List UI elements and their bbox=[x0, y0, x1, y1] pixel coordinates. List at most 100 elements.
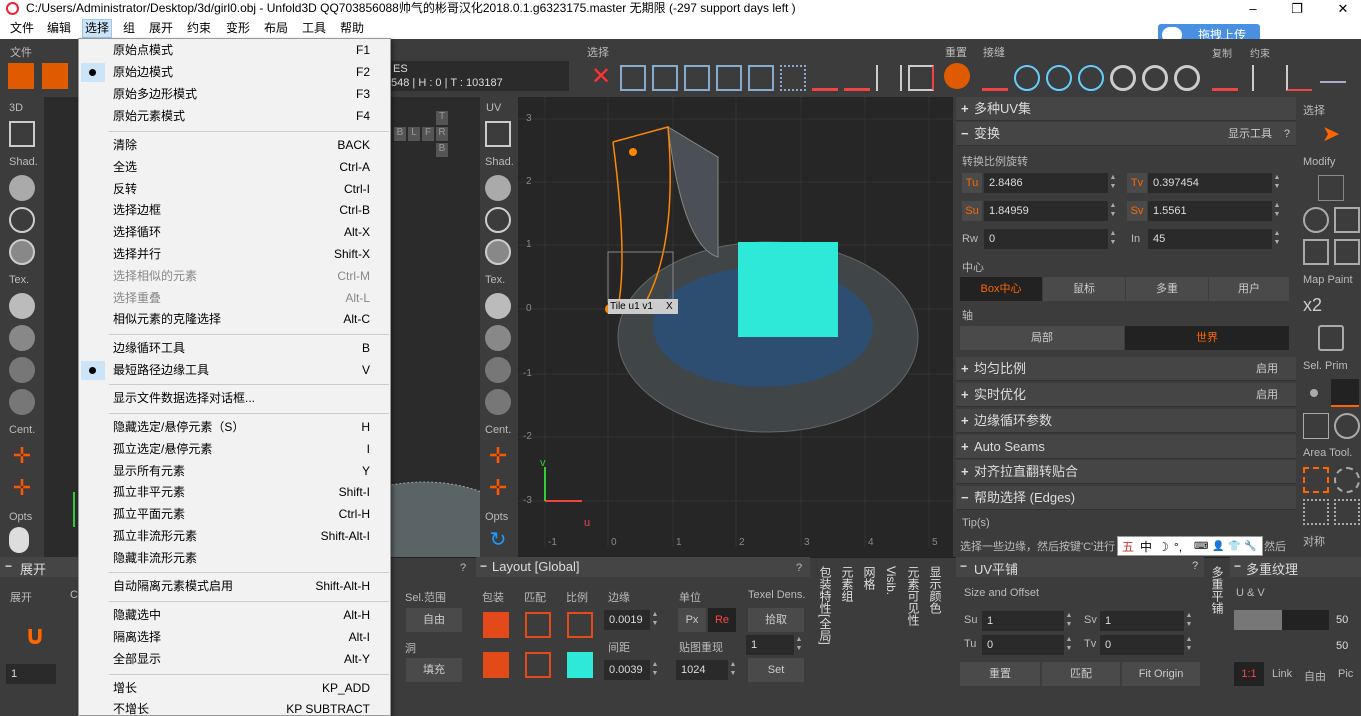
fill-button[interactable]: 填充 bbox=[406, 658, 462, 682]
menu-item-isolate-non-manifold[interactable]: 孤立非流形元素 Shift-Alt-I bbox=[79, 526, 390, 547]
ime-tools-icon[interactable]: 🔧 bbox=[1244, 537, 1256, 557]
center-mouse-button[interactable]: 鼠标 bbox=[1043, 277, 1125, 301]
uv-tex-solid-icon[interactable] bbox=[485, 293, 511, 319]
section-realtime[interactable]: + 实时优化 启用 bbox=[956, 383, 1296, 407]
select-tree-2-icon[interactable] bbox=[844, 65, 870, 91]
match-multi-icon[interactable] bbox=[525, 652, 551, 678]
modify-sphere-icon[interactable] bbox=[1303, 207, 1329, 233]
link-button[interactable]: Link bbox=[1272, 668, 1292, 680]
margin-spinner[interactable]: ▲ ▼ bbox=[650, 610, 660, 630]
texel-input[interactable]: 1 bbox=[746, 635, 794, 655]
ime-moon-icon[interactable]: ☽ bbox=[1158, 537, 1169, 557]
menu-item-clear[interactable]: 清除 BACK bbox=[79, 135, 390, 156]
menu-item-edge-loop-tool[interactable]: 边缘循环工具 B bbox=[79, 338, 390, 359]
pic-button[interactable]: Pic bbox=[1338, 668, 1353, 680]
menu-item-isolate-selection[interactable]: 隔离选择 Alt-I bbox=[79, 627, 390, 648]
menu-item-file-data-dialog[interactable]: 显示文件数据选择对话框... bbox=[79, 388, 390, 409]
uv-shade-solid-icon[interactable] bbox=[485, 175, 511, 201]
unit-re-button[interactable]: Re bbox=[708, 608, 736, 632]
menu-item-select-border[interactable]: 选择边框 Ctrl-B bbox=[79, 200, 390, 221]
menu-item-polygon-mode[interactable]: 原始多边形模式 F3 bbox=[79, 84, 390, 105]
center-all-icon[interactable]: ✛ bbox=[9, 475, 35, 501]
vtab-multi-tile[interactable]: 多重平铺 bbox=[1208, 562, 1226, 692]
resample-2-icon[interactable] bbox=[1142, 65, 1168, 91]
realtime-state[interactable]: 启用 bbox=[1256, 383, 1278, 407]
unit-px-button[interactable]: Px bbox=[678, 608, 706, 632]
menu-help[interactable]: 帮助 bbox=[338, 20, 366, 37]
ime-user-icon[interactable]: 👤 bbox=[1212, 537, 1224, 557]
resample-1-icon[interactable] bbox=[1110, 65, 1136, 91]
tv-input[interactable]: 0.397454 bbox=[1148, 173, 1272, 193]
menu-tools[interactable]: 工具 bbox=[300, 20, 328, 37]
bottom-su-input[interactable]: 1 bbox=[982, 611, 1064, 631]
minimize-button[interactable]: – bbox=[1238, 0, 1268, 18]
center-icon[interactable]: ✛ bbox=[9, 443, 35, 469]
menu-file[interactable]: 文件 bbox=[8, 20, 36, 37]
tile-match-button[interactable]: 匹配 bbox=[1042, 662, 1120, 686]
menu-item-hide-selection[interactable]: 隐藏选中 Alt-H bbox=[79, 605, 390, 626]
area-brush-icon[interactable] bbox=[1334, 499, 1360, 525]
menu-constraint[interactable]: 约束 bbox=[185, 20, 213, 37]
pointer-icon[interactable]: ➤ bbox=[1318, 121, 1344, 147]
shield-icon[interactable] bbox=[1318, 325, 1344, 351]
shade-mixed-icon[interactable] bbox=[9, 239, 35, 265]
in-spinner[interactable]: ▲ ▼ bbox=[1272, 229, 1282, 249]
modify-mesh-icon[interactable] bbox=[1334, 207, 1360, 233]
unpin-icon[interactable] bbox=[1286, 65, 1312, 91]
fit-origin-button[interactable]: Fit Origin bbox=[1122, 662, 1200, 686]
su-input[interactable]: 1.84959 bbox=[984, 201, 1108, 221]
modify-cube-icon[interactable] bbox=[1303, 239, 1329, 265]
su-spinner[interactable]: ▲ ▼ bbox=[1108, 201, 1118, 221]
bottom-tu-spinner[interactable]: ▲ ▼ bbox=[1064, 635, 1074, 655]
bottom-tv-input[interactable]: 0 bbox=[1100, 635, 1184, 655]
bottom-sv-spinner[interactable]: ▲ ▼ bbox=[1184, 611, 1194, 631]
tile-repeat-spinner[interactable]: ▲ ▼ bbox=[728, 660, 738, 680]
select-box-icon[interactable] bbox=[908, 65, 934, 91]
tile-close[interactable]: X bbox=[666, 299, 673, 314]
constraint-1-icon[interactable] bbox=[1212, 65, 1238, 91]
uniform-state[interactable]: 启用 bbox=[1256, 357, 1278, 381]
bottom-tu-input[interactable]: 0 bbox=[982, 635, 1064, 655]
area-rect-icon[interactable] bbox=[1303, 467, 1329, 493]
select-grid-1-icon[interactable] bbox=[620, 65, 646, 91]
vtab-mesh[interactable]: 网格 bbox=[860, 562, 878, 692]
layout-header[interactable]: − Layout [Global] bbox=[476, 557, 810, 577]
section-multi-uv[interactable]: + 多种UV集 bbox=[956, 97, 1296, 121]
ime-skin-icon[interactable]: 👕 bbox=[1228, 537, 1240, 557]
bottom-sv-input[interactable]: 1 bbox=[1100, 611, 1184, 631]
maximize-button[interactable]: ❐ bbox=[1282, 0, 1312, 18]
layout-help[interactable]: ? bbox=[796, 562, 802, 574]
menu-group[interactable]: 组 bbox=[121, 20, 137, 37]
menu-layout[interactable]: 布局 bbox=[262, 20, 290, 37]
unfold-icon[interactable]: ∪ bbox=[22, 620, 48, 650]
menu-item-select-parallel[interactable]: 选择并行 Shift-X bbox=[79, 244, 390, 265]
frame-icon[interactable] bbox=[9, 121, 35, 147]
pack-icon[interactable] bbox=[483, 612, 509, 638]
section-edge-loop[interactable]: + 边缘循环参数 bbox=[956, 409, 1296, 433]
menu-edit[interactable]: 编辑 bbox=[45, 20, 73, 37]
section-align[interactable]: + 对齐拉直翻转贴合 bbox=[956, 460, 1296, 484]
tu-input[interactable]: 2.8486 bbox=[984, 173, 1108, 193]
select-bars-icon[interactable] bbox=[876, 65, 902, 91]
multi-tex-slider-1[interactable] bbox=[1234, 610, 1329, 630]
clear-selection-icon[interactable]: ✕ bbox=[588, 65, 614, 91]
tex-noise-icon[interactable] bbox=[9, 389, 35, 415]
texel-spinner[interactable]: ▲ ▼ bbox=[794, 635, 804, 655]
unfold-count-input[interactable]: 1 bbox=[6, 664, 56, 684]
vtab-color[interactable]: 显示颜色 bbox=[926, 562, 944, 692]
unfold-help[interactable]: ? bbox=[460, 562, 466, 574]
uv-tex-noise-icon[interactable] bbox=[485, 389, 511, 415]
ime-punct-icon[interactable]: °, bbox=[1174, 537, 1182, 557]
bottom-tv-spinner[interactable]: ▲ ▼ bbox=[1184, 635, 1194, 655]
menu-item-auto-isolate[interactable]: 自动隔离元素模式启用 Shift-Alt-H bbox=[79, 576, 390, 597]
margin-input[interactable]: 0.0019 bbox=[604, 610, 650, 630]
menu-item-show-all[interactable]: 全部显示 Alt-Y bbox=[79, 649, 390, 670]
spacing-spinner[interactable]: ▲ ▼ bbox=[650, 660, 660, 680]
tile-repeat-input[interactable]: 1024 bbox=[676, 660, 728, 680]
ratio-multi-icon[interactable] bbox=[567, 652, 593, 678]
menu-select[interactable]: 选择 bbox=[82, 19, 113, 38]
tile-reset-button[interactable]: 重置 bbox=[960, 662, 1040, 686]
rw-input[interactable]: 0 bbox=[984, 229, 1108, 249]
viewport-uv[interactable]: Tile u1 v1 X 3 2 1 0 -1 -2 -3 -1 0 1 2 3… bbox=[518, 97, 953, 557]
opts-toggle-icon[interactable] bbox=[9, 527, 29, 553]
